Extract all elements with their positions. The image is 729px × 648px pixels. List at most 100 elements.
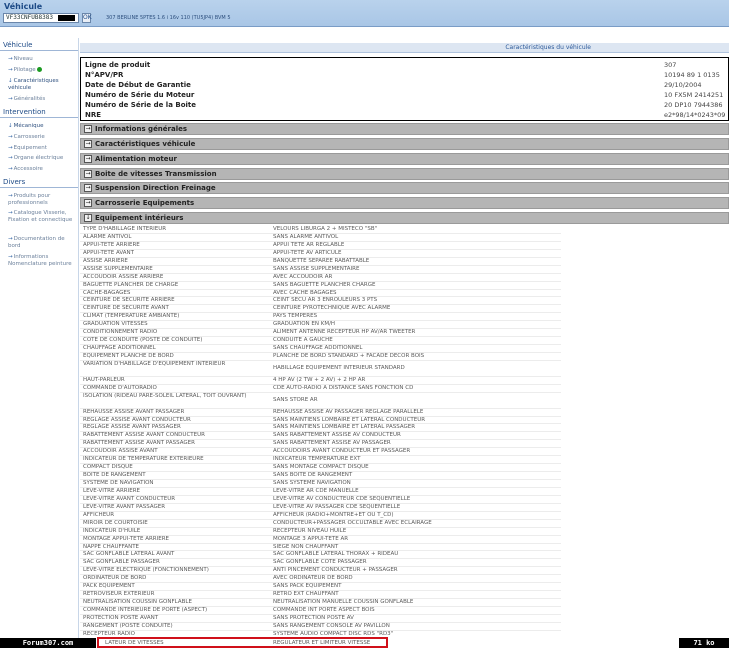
equipment-label: SAC GONFLABLE PASSAGER [83,559,160,566]
equipment-label: CEINTURE DE SÉCURITÉ ARRIÈRE [83,297,175,304]
arrow-right-icon: → [8,67,13,73]
product-info-panel: Ligne de produit 307 N°APV/PR 10194 89 1… [80,57,729,121]
equipment-value: SANS BOITE DE RANGEMENT [273,472,353,479]
equipment-label: CEINTURE DE SÉCURITÉ AVANT [83,305,169,312]
equipment-value: SANS RANGEMENT CONSOLE AV PAVILLON [273,622,390,629]
expand-icon[interactable]: → [84,140,92,148]
equipment-value: LEVE-VITRE AV CONDUCTEUR CDE SEQUENTIELL… [273,495,411,502]
table-row: CÔTÉ DE CONDUITE (POSTE DE CONDUITE) COND… [80,337,561,346]
sidebar-item-pilotage[interactable]: →Pilotage [8,67,78,74]
table-row: COMMANDE D'AUTORADIO CDE AUTO-RADIO A DIS… [80,385,561,393]
table-row: SAC GONFLABLE LATÉRAL AVANT SAC GONFLABLE… [80,551,561,560]
table-row: REHAUSSE ASSISE AVANT PASSAGER REHAUSSE A… [80,409,561,417]
divider [0,50,78,51]
equipment-label: RÉTROVISEUR EXTÉRIEUR [83,591,155,598]
equipment-value: SANS ASSISE SUPPLEMENTAIRE [273,265,360,272]
section-boite-de-vitesses[interactable]: → Boite de vitesses Transmission [80,168,729,180]
highlight-box [97,637,388,648]
top-header: Véhicule VF33CNFUB8383 OK 307 BERLINE 5P… [0,0,729,26]
expand-icon[interactable]: → [84,125,92,133]
equipment-value: ALIMENT ANTENNE RECEPTEUR HP AV/AR TWEET… [273,329,416,336]
equipment-label: RÉGLAGE ASSISE AVANT PASSAGER [83,424,181,431]
equipment-label: ALARME ANTIVOL [83,233,132,240]
equipment-label: NAPPE CHAUFFANTE [83,543,140,550]
expand-icon[interactable]: → [84,155,92,163]
equipment-value: SAC GONFLABLE LATERAL THORAX + RIDEAU [273,551,399,558]
equipment-label: LÈVE-VITRE ARRIÈRE [83,487,141,494]
equipment-value: CEINT SECU AR 3 ENROULEURS 3 PTS [273,297,378,304]
ok-button[interactable]: OK [82,13,92,23]
arrow-down-icon: ↓ [8,123,13,129]
forum-watermark: Forum307.com [0,638,96,648]
sidebar-item-catalogue[interactable]: →Catalogue Visserie, Fixation et connect… [8,210,78,223]
equipment-label: BAGUETTE PLANCHER DE CHARGE [83,281,179,288]
sidebar-section-divers: Divers [3,178,26,186]
info-value: 29/10/2004 [664,81,702,89]
sidebar-item-produits[interactable]: →Produits pour professionnels [8,193,78,206]
equipment-label: MIROIR DE COURTOISIE [83,519,148,526]
equipment-value: SANS RABATTEMENT ASSISE AV CONDUCTEUR [273,432,401,439]
table-row: RÉGLAGE ASSISE AVANT CONDUCTEUR SANS MAIN… [80,417,561,425]
info-value: e2*98/14*0243*09 [664,111,726,119]
section-equipement-interieurs[interactable]: ↓ Equipement intérieurs [80,212,729,224]
sidebar-item-caracteristiques[interactable]: ↓Caractéristiques véhicule [8,78,78,91]
sidebar-item-documentation[interactable]: →Documentation de bord [8,236,78,249]
arrow-right-icon: → [8,56,13,62]
equipment-label: COMMANDE D'AUTORADIO [83,384,157,391]
section-informations-generales[interactable]: → Informations générales [80,123,729,135]
table-row: VARIATION D'HABILLAGE D'ÉQUIPEMENT INTÉR… [80,361,561,377]
equipment-value: SANS STORE AR [273,396,318,403]
equipment-value: RECEPTEUR NIVEAU HUILE [273,527,347,534]
sidebar-item-informations[interactable]: →Informations Nomenclature peinture [8,254,78,267]
expand-icon[interactable]: → [84,199,92,207]
sidebar-item-organe-electrique[interactable]: →Organe électrique [8,155,78,162]
collapse-icon[interactable]: ↓ [84,214,92,222]
equipment-value: INDICATEUR TEMPERATURE EXT [273,456,361,463]
equipment-label: ASSISE ARRIÈRE [83,257,128,264]
header-divider [0,26,729,27]
equipment-value: SAC GONFLABLE COTE PASSAGER [273,559,367,566]
section-caracteristiques-vehicule[interactable]: → Caractéristiques véhicule [80,138,729,150]
equipment-value: REHAUSSE ASSISE AV PASSAGER REGLAGE PARA… [273,408,424,415]
equipment-value: SANS SYSTEME NAVIGATION [273,480,351,487]
section-carrosserie[interactable]: → Carrosserie Equipements [80,197,729,209]
table-row: ACCOUDOIR ASSISE AVANT ACCOUDOIRS AVANT C… [80,448,561,457]
info-label: N°APV/PR [85,71,124,79]
table-row: BOITE DE RANGEMENT SANS BOITE DE RANGEMEN… [80,472,561,481]
equipment-label: INDICATEUR D'HUILE [83,527,141,534]
section-suspension[interactable]: → Suspension Direction Freinage [80,182,729,194]
sidebar-item-niveau[interactable]: →Niveau [8,56,78,63]
arrow-right-icon: → [8,254,13,260]
section-alimentation-moteur[interactable]: → Alimentation moteur [80,153,729,165]
sidebar-item-generalites[interactable]: →Généralités [8,96,78,103]
table-row: CLIMAT (TEMPÉRATURE AMBIANTE) PAYS TEMPER… [80,313,561,322]
equipment-label: COMPACT DISQUE [83,464,133,471]
equipment-value: SANS PROTECTION POSTE AV [273,614,354,621]
table-row: LÈVE-VITRE ARRIÈRE LEVE-VITRE AR CDE MANU… [80,488,561,496]
page-title: Caractéristiques du véhicule [505,44,591,51]
equipment-label: RABATTEMENT ASSISE AVANT CONDUCTEUR [83,432,205,439]
sidebar-item-accessoire[interactable]: →Accessoire [8,166,78,173]
expand-icon[interactable]: → [84,170,92,178]
divider [0,117,78,118]
table-row: PROTECTION POSTE AVANT SANS PROTECTION PO… [80,615,561,623]
table-row: INDICATEUR DE TEMPÉRATURE EXTÉRIEURE INDI… [80,456,561,465]
equipment-label: GRADUATION VITESSES [83,321,148,328]
vehicle-description: 307 BERLINE 5PTES 1.6 i 16v 110 (TU5JP4)… [106,15,231,21]
app-title: Véhicule [4,2,43,11]
table-row: CHAUFFAGE ADDITIONNEL SANS CHAUFFAGE ADDI… [80,345,561,353]
equipment-value: 4 HP AV (2 TW + 2 AV) + 2 HP AR [273,376,366,383]
sidebar-item-carrosserie[interactable]: →Carrosserie [8,134,78,141]
info-value: 307 [664,61,677,69]
expand-icon[interactable]: → [84,184,92,192]
table-row: APPUI-TÊTE AVANT APPUI-TETE AV ARTICULE [80,250,561,258]
equipment-value: CDE AUTO-RADIO A DISTANCE SANS FONCTION … [273,384,414,391]
equipment-value: GRADUATION EN KM/H [273,321,336,328]
sidebar-item-equipement[interactable]: →Equipement [8,145,78,152]
equipment-label: CACHE-BAGAGES [83,289,131,296]
table-row: GRADUATION VITESSES GRADUATION EN KM/H [80,321,561,330]
equipment-value: HABILLAGE EQUIPEMENT INTERIEUR STANDARD [273,364,405,371]
sidebar-item-mecanique[interactable]: ↓Mécanique [8,123,78,130]
equipment-value: SANS MAINTIENS LOMBAIRE ET LATERAL CONDU… [273,416,426,423]
table-row: LÈVE-VITRE AVANT CONDUCTEUR LEVE-VITRE AV… [80,496,561,504]
